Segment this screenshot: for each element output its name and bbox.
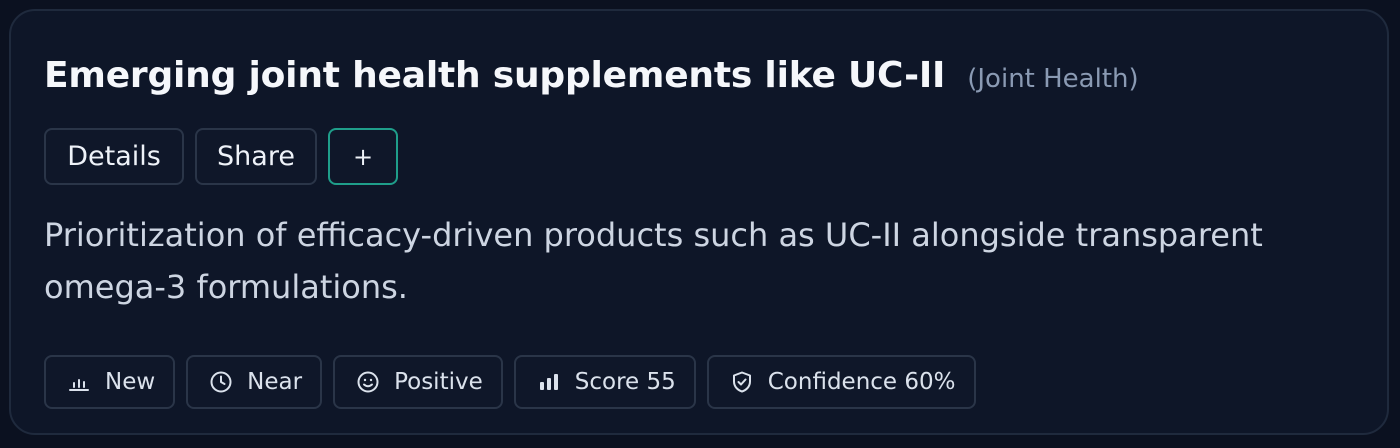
insight-card: Emerging joint health supplements like U… bbox=[9, 9, 1389, 435]
details-button[interactable]: Details bbox=[44, 128, 184, 185]
tag-status: New bbox=[44, 355, 176, 409]
tag-sentiment: Positive bbox=[333, 355, 503, 409]
tag-timeframe: Near bbox=[186, 355, 323, 409]
tag-score: Score 55 bbox=[513, 355, 696, 409]
smile-icon bbox=[355, 369, 381, 395]
tag-confidence: Confidence 60% bbox=[706, 355, 976, 409]
tag-status-label: New bbox=[105, 369, 156, 395]
shield-check-icon bbox=[729, 369, 755, 395]
tag-score-label: Score 55 bbox=[574, 369, 676, 395]
tag-sentiment-label: Positive bbox=[394, 369, 483, 395]
insight-category: (Joint Health) bbox=[967, 64, 1139, 94]
tag-list: New Near Positive Score 55 Confidence 60… bbox=[44, 355, 976, 409]
score-bars-icon bbox=[536, 369, 562, 395]
title-row: Emerging joint health supplements like U… bbox=[44, 55, 1139, 96]
action-buttons: Details Share + bbox=[44, 128, 398, 185]
clock-icon bbox=[208, 369, 234, 395]
insight-title: Emerging joint health supplements like U… bbox=[44, 55, 946, 96]
tag-timeframe-label: Near bbox=[247, 369, 303, 395]
bar-chart-icon bbox=[66, 369, 92, 395]
insight-description: Prioritization of efficacy-driven produc… bbox=[44, 216, 1263, 306]
tag-confidence-label: Confidence 60% bbox=[767, 369, 956, 395]
add-button[interactable]: + bbox=[328, 128, 398, 185]
share-button[interactable]: Share bbox=[195, 128, 317, 185]
